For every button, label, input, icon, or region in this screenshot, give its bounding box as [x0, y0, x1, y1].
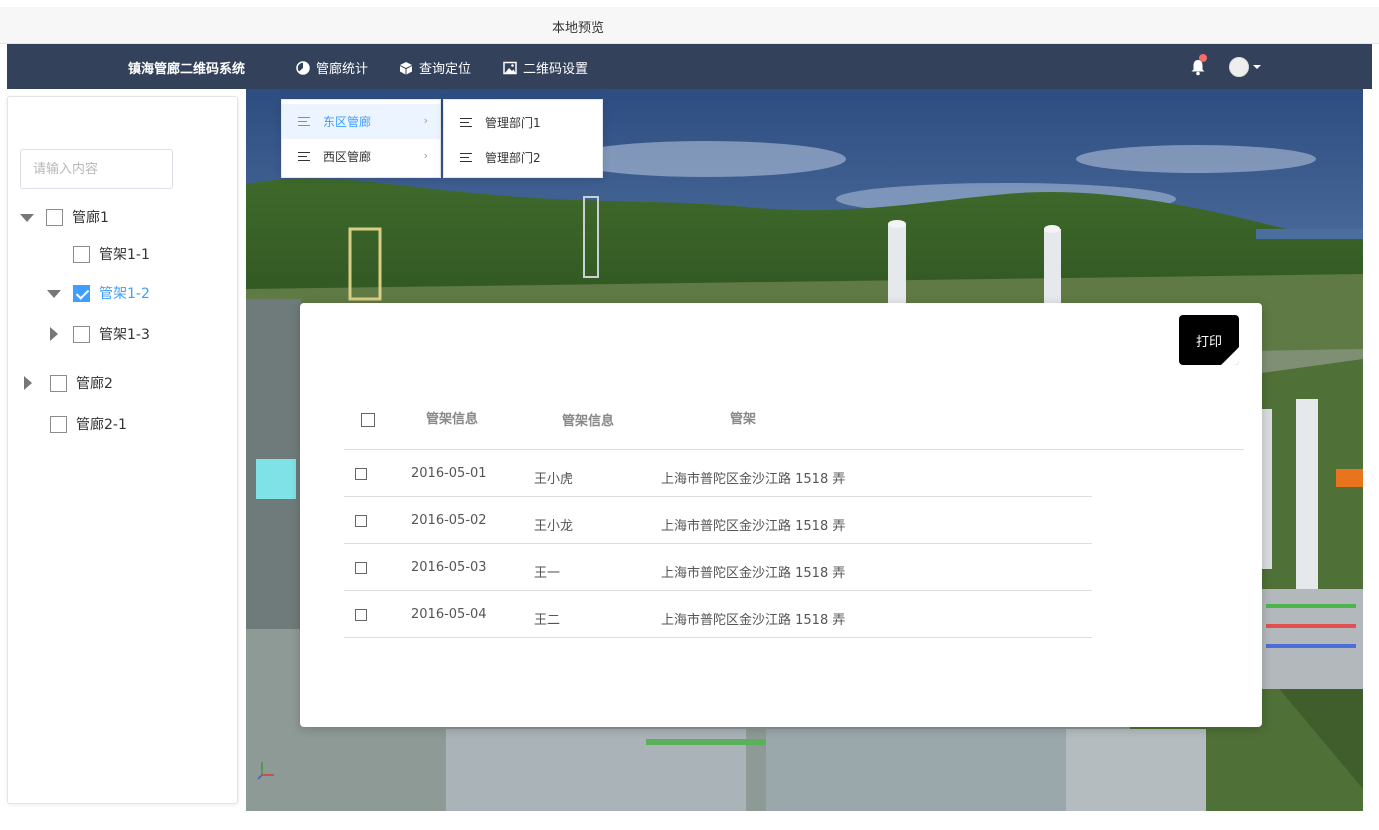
tree-label: 管架1-2 [99, 286, 150, 302]
row-name: 王二 [534, 613, 561, 628]
tree-label: 管廊2-1 [76, 417, 127, 433]
nav-item-label: 管廊统计 [316, 62, 369, 77]
chevron-right-icon: › [423, 114, 428, 127]
row-checkbox[interactable] [355, 562, 367, 574]
menu-lines-icon [460, 118, 472, 127]
department-submenu: 管理部门1 管理部门2 [443, 99, 603, 178]
row-date: 2016-05-02 [411, 513, 487, 528]
print-button-label: 打印 [1195, 334, 1222, 350]
rack-info-panel: 打印 管架信息 管架信息 管架 2016-05-01 王小虎 上海市普陀区金沙江… [300, 303, 1262, 727]
menu-item-department-1[interactable]: 管理部门1 [444, 105, 602, 140]
select-all-checkbox[interactable] [361, 413, 375, 427]
search-input[interactable] [20, 149, 173, 189]
row-date: 2016-05-04 [411, 607, 487, 622]
sidebar: 管廊1 管架1-1 管架1-2 管架1-3 管廊2 管廊2-1 [7, 96, 238, 804]
tree-node-gallery-1[interactable]: 管廊1 [20, 207, 109, 227]
tree-node-rack-1-2[interactable]: 管架1-2 [47, 283, 150, 303]
axis-gizmo-icon [257, 762, 274, 780]
nav-item-qrcode-settings[interactable]: 二维码设置 [503, 58, 588, 77]
tree-checkbox[interactable] [73, 245, 90, 263]
table-header: 管架信息 [562, 414, 615, 429]
tree-checkbox[interactable] [50, 415, 67, 433]
tree-node-rack-1-1[interactable]: 管架1-1 [73, 244, 150, 264]
caret-down-icon[interactable] [1253, 65, 1261, 69]
row-date: 2016-05-03 [411, 560, 487, 575]
row-address: 上海市普陀区金沙江路 1518 弄 [661, 613, 846, 628]
nav-item-label: 二维码设置 [523, 62, 589, 77]
table-header: 管架信息 [426, 412, 479, 427]
menu-item-label: 东区管廊 [323, 115, 372, 129]
menu-item-label: 西区管廊 [323, 150, 372, 164]
tree-checkbox-checked[interactable] [73, 284, 90, 302]
tree-node-gallery-2[interactable]: 管廊2 [21, 373, 113, 393]
header-divider [344, 449, 1244, 450]
top-navbar: 镇海管廊二维码系统 管廊统计 查询定位 二维码设置 [7, 44, 1372, 89]
picture-icon [503, 61, 517, 74]
row-divider [344, 590, 1092, 591]
tree-node-rack-1-3[interactable]: 管架1-3 [47, 324, 150, 344]
print-button[interactable]: 打印 [1179, 315, 1239, 365]
row-address: 上海市普陀区金沙江路 1518 弄 [661, 472, 846, 487]
row-divider [344, 637, 1092, 638]
caret-down-icon[interactable] [20, 210, 34, 224]
menu-item-east-gallery[interactable]: 东区管廊 › [282, 104, 440, 139]
menu-item-west-gallery[interactable]: 西区管廊 › [282, 139, 440, 174]
user-avatar[interactable] [1229, 57, 1249, 77]
notification-badge [1199, 54, 1207, 62]
tree-label: 管廊1 [72, 210, 109, 226]
table-header: 管架 [730, 412, 757, 427]
row-checkbox[interactable] [355, 468, 367, 480]
menu-lines-icon [298, 152, 310, 161]
window-title: 本地预览 [552, 21, 605, 36]
tree-label: 管廊2 [76, 376, 113, 392]
caret-down-icon[interactable] [47, 286, 61, 300]
row-name: 王一 [534, 566, 561, 581]
row-name: 王小龙 [534, 519, 574, 534]
menu-lines-icon [298, 117, 310, 126]
tree-node-gallery-2-1[interactable]: 管廊2-1 [50, 414, 127, 434]
row-checkbox[interactable] [355, 515, 367, 527]
tree-label: 管架1-1 [99, 247, 150, 263]
menu-item-label: 管理部门1 [485, 116, 541, 130]
row-name: 王小虎 [534, 472, 574, 487]
nav-item-statistics[interactable]: 管廊统计 [296, 58, 368, 77]
caret-right-icon[interactable] [21, 376, 35, 390]
pie-chart-icon [296, 60, 310, 75]
row-address: 上海市普陀区金沙江路 1518 弄 [661, 566, 846, 581]
tree-checkbox[interactable] [46, 208, 63, 226]
chevron-right-icon: › [423, 149, 428, 162]
tree-checkbox[interactable] [73, 325, 90, 343]
gallery-menu: 东区管廊 › 西区管廊 › [281, 99, 441, 178]
cube-icon [400, 61, 412, 74]
menu-lines-icon [460, 153, 472, 162]
nav-item-label: 查询定位 [419, 62, 472, 77]
preview-title-bar: 本地预览 [0, 0, 1379, 44]
row-checkbox[interactable] [355, 609, 367, 621]
row-divider [344, 496, 1092, 497]
tree-label: 管架1-3 [99, 327, 150, 343]
menu-item-department-2[interactable]: 管理部门2 [444, 140, 602, 175]
tree-checkbox[interactable] [50, 374, 67, 392]
app-brand: 镇海管廊二维码系统 [128, 62, 246, 77]
nav-item-query-locate[interactable]: 查询定位 [399, 58, 471, 77]
caret-right-icon[interactable] [47, 327, 61, 341]
row-date: 2016-05-01 [411, 466, 487, 481]
row-address: 上海市普陀区金沙江路 1518 弄 [661, 519, 846, 534]
row-divider [344, 543, 1092, 544]
menu-item-label: 管理部门2 [485, 151, 541, 165]
